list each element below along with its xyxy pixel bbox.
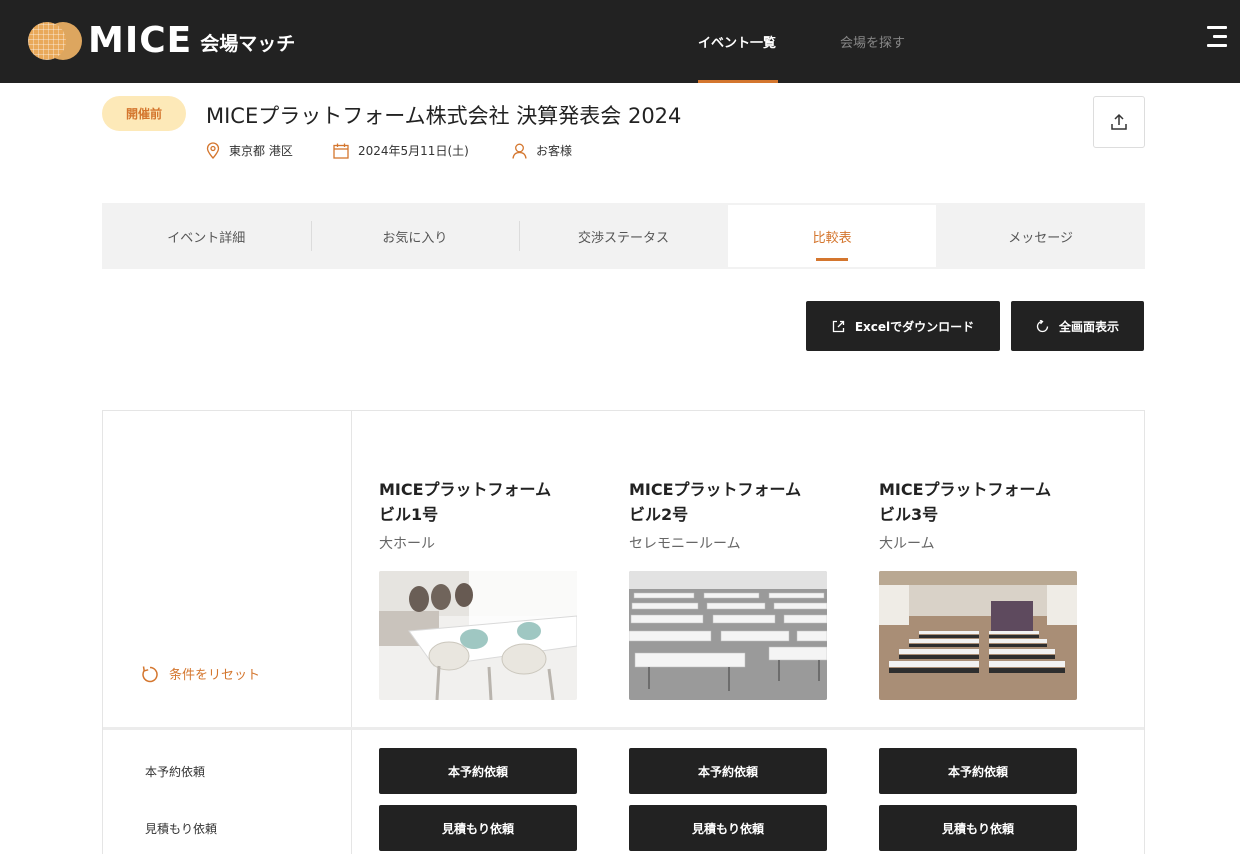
venue-room: 大ホール <box>379 536 435 552</box>
event-date-text: 2024年5月11日(土) <box>358 144 469 158</box>
venue-name[interactable]: MICEプラットフォーム ビル2号 <box>629 477 839 527</box>
venue-column-1: MICEプラットフォーム ビル1号 大ホール <box>379 477 589 700</box>
nav-event-list[interactable]: イベント一覧 <box>698 32 776 51</box>
booking-request-button-1[interactable]: 本予約依頼 <box>379 748 577 794</box>
large-room-photo[interactable] <box>879 571 1077 700</box>
reset-conditions-link[interactable]: 条件をリセット <box>141 664 260 683</box>
tab-favorites[interactable]: お気に入り <box>310 203 520 269</box>
status-badge: 開催前 <box>102 96 186 131</box>
reset-icon <box>142 665 158 682</box>
tab-comparison[interactable]: 比較表 <box>727 205 937 267</box>
user-icon <box>512 143 527 159</box>
event-location: 東京都 港区 <box>206 142 293 159</box>
excel-download-button[interactable]: Excelでダウンロード <box>806 301 1000 351</box>
event-customer-text: お客様 <box>536 144 573 158</box>
tab-negotiation-status[interactable]: 交渉ステータス <box>519 203 728 269</box>
meeting-room-photo[interactable] <box>379 571 577 700</box>
event-title: MICEプラットフォーム株式会社 決算発表会 2024 <box>206 104 682 128</box>
seminar-hall-photo[interactable] <box>629 571 827 700</box>
logo[interactable]: MICE 会場マッチ <box>28 22 295 60</box>
upload-share-icon <box>1111 113 1127 130</box>
logo-text: MICE <box>88 20 193 61</box>
rotate-icon <box>1036 319 1049 332</box>
event-customer: お客様 <box>512 142 572 159</box>
comparison-table: 条件をリセット MICEプラットフォーム ビル1号 大ホール MICEプラットフ… <box>102 410 1145 854</box>
tab-active-indicator <box>816 258 849 261</box>
estimate-request-button-2[interactable]: 見積もり依頼 <box>629 805 827 851</box>
logo-subtext: 会場マッチ <box>200 33 296 55</box>
row-label-booking: 本予約依頼 <box>145 765 206 779</box>
event-location-text: 東京都 港区 <box>229 144 293 158</box>
share-button[interactable] <box>1093 96 1145 148</box>
app-header: MICE 会場マッチ イベント一覧 会場を探す <box>0 0 1240 83</box>
tab-messages[interactable]: メッセージ <box>936 203 1145 269</box>
estimate-request-button-3[interactable]: 見積もり依頼 <box>879 805 1077 851</box>
booking-request-button-3[interactable]: 本予約依頼 <box>879 748 1077 794</box>
venue-room: 大ルーム <box>879 536 935 552</box>
booking-request-button-2[interactable]: 本予約依頼 <box>629 748 827 794</box>
event-tabs: イベント詳細 お気に入り 交渉ステータス 比較表 メッセージ <box>102 203 1145 269</box>
venue-room: セレモニールーム <box>629 536 741 552</box>
calendar-icon <box>333 143 349 159</box>
event-date: 2024年5月11日(土) <box>333 142 469 159</box>
venue-column-3: MICEプラットフォーム ビル3号 大ルーム <box>879 477 1089 700</box>
venue-column-2: MICEプラットフォーム ビル2号 セレモニールーム <box>629 477 839 700</box>
estimate-request-button-1[interactable]: 見積もり依頼 <box>379 805 577 851</box>
logo-mark-icon <box>28 22 82 60</box>
fullscreen-button[interactable]: 全画面表示 <box>1011 301 1144 351</box>
tab-event-details[interactable]: イベント詳細 <box>102 203 311 269</box>
location-pin-icon <box>206 142 220 159</box>
nav-find-venue[interactable]: 会場を探す <box>840 32 905 51</box>
header-row-divider <box>103 727 1144 730</box>
row-label-estimate: 見積もり依頼 <box>145 822 218 836</box>
nav-active-indicator <box>698 80 778 83</box>
comparison-label-column <box>103 411 352 854</box>
external-link-icon <box>832 320 844 332</box>
hamburger-menu-icon[interactable] <box>1203 26 1227 48</box>
venue-name[interactable]: MICEプラットフォーム ビル3号 <box>879 477 1089 527</box>
venue-name[interactable]: MICEプラットフォーム ビル1号 <box>379 477 589 527</box>
